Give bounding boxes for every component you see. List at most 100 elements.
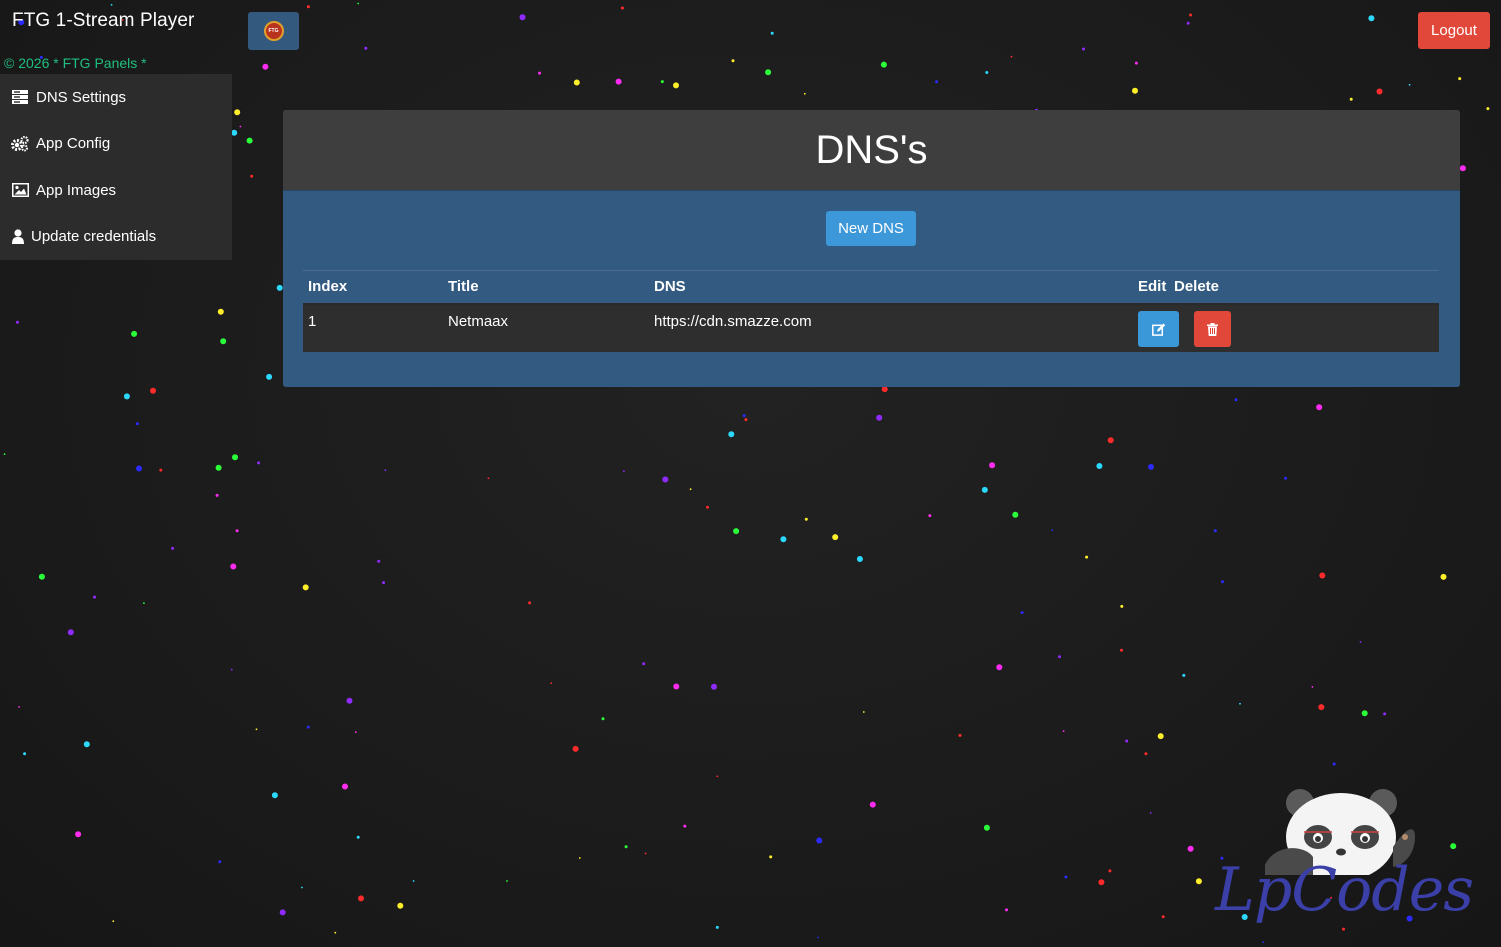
- star-particle: [780, 536, 787, 543]
- sidebar-item-app-config[interactable]: App Config: [0, 121, 232, 168]
- star-particle: [644, 852, 647, 855]
- star-particle: [1459, 165, 1466, 172]
- star-particle: [620, 6, 624, 10]
- star-particle: [112, 920, 115, 923]
- star-particle: [706, 505, 709, 509]
- star-particle: [354, 731, 357, 734]
- star-particle: [231, 129, 238, 136]
- star-particle: [1064, 875, 1068, 879]
- star-particle: [1311, 686, 1314, 688]
- sidebar-item-app-images[interactable]: App Images: [0, 167, 232, 214]
- star-particle: [397, 902, 404, 909]
- star-particle: [578, 857, 581, 859]
- star-particle: [869, 801, 876, 808]
- sidebar-item-label: App Config: [36, 135, 111, 153]
- sidebar-item-label: App Images: [36, 181, 117, 199]
- star-particle: [862, 711, 865, 713]
- star-particle: [1085, 555, 1089, 559]
- star-particle: [538, 71, 541, 75]
- star-particle: [93, 595, 96, 599]
- star-particle: [1149, 812, 1152, 814]
- star-particle: [135, 422, 139, 426]
- star-particle: [235, 529, 239, 533]
- star-particle: [334, 931, 337, 934]
- column-header-edit: Edit: [1138, 278, 1167, 295]
- star-particle: [660, 80, 664, 84]
- star-particle: [803, 92, 806, 95]
- star-particle: [266, 373, 273, 380]
- star-particle: [1120, 604, 1124, 608]
- star-particle: [262, 63, 269, 70]
- edit-button[interactable]: [1138, 311, 1179, 347]
- cell-title: Netmaax: [448, 313, 509, 330]
- column-header-delete: Delete: [1174, 278, 1220, 295]
- delete-button[interactable]: [1194, 311, 1231, 347]
- star-particle: [816, 837, 823, 844]
- star-particle: [23, 752, 27, 756]
- sidebar-item-update-credentials[interactable]: Update credentials: [0, 214, 232, 261]
- star-particle: [1096, 463, 1103, 469]
- star-particle: [642, 662, 646, 666]
- star-particle: [876, 414, 883, 421]
- star-particle: [136, 465, 142, 472]
- star-particle: [1458, 77, 1462, 81]
- logout-button[interactable]: Logout: [1418, 12, 1490, 49]
- column-header-dns: DNS: [654, 278, 686, 295]
- star-particle: [519, 14, 526, 21]
- star-particle: [1012, 511, 1019, 518]
- new-dns-button[interactable]: New DNS: [826, 211, 916, 246]
- star-particle: [1239, 702, 1241, 705]
- star-particle: [1361, 710, 1368, 717]
- star-particle: [1349, 97, 1353, 101]
- sidebar: DNS Settings App Config App Images Updat…: [0, 74, 232, 260]
- star-particle: [1058, 655, 1061, 659]
- star-particle: [1082, 47, 1085, 51]
- star-particle: [572, 745, 579, 752]
- star-particle: [728, 431, 735, 438]
- star-particle: [83, 741, 90, 748]
- sidebar-item-dns-settings[interactable]: DNS Settings: [0, 74, 232, 121]
- logo-button[interactable]: FTG: [248, 12, 299, 50]
- star-particle: [1134, 61, 1138, 65]
- star-particle: [232, 454, 238, 461]
- star-particle: [1383, 712, 1387, 716]
- column-header-title: Title: [448, 278, 479, 295]
- star-particle: [215, 464, 222, 471]
- star-particle: [357, 2, 360, 5]
- star-particle: [1262, 941, 1265, 943]
- star-particle: [550, 682, 553, 684]
- star-particle: [220, 338, 227, 345]
- star-particle: [150, 387, 156, 394]
- star-particle: [1213, 529, 1217, 533]
- star-particle: [1234, 398, 1238, 402]
- star-particle: [382, 581, 385, 585]
- star-particle: [1187, 845, 1194, 852]
- star-particle: [689, 488, 692, 491]
- star-particle: [377, 559, 381, 563]
- star-particle: [271, 792, 278, 799]
- star-particle: [1319, 572, 1326, 579]
- star-particle: [880, 61, 887, 68]
- star-particle: [528, 601, 532, 605]
- star-particle: [1107, 437, 1114, 444]
- star-particle: [1062, 730, 1065, 732]
- server-icon: [11, 88, 29, 106]
- panel-header: DNS's: [283, 110, 1460, 191]
- star-particle: [218, 860, 222, 864]
- star-particle: [171, 546, 175, 550]
- star-particle: [38, 573, 45, 580]
- gears-icon: [11, 135, 29, 153]
- star-particle: [384, 469, 387, 472]
- star-particle: [716, 775, 719, 778]
- star-particle: [1010, 55, 1013, 58]
- star-particle: [110, 3, 113, 6]
- star-particle: [742, 414, 746, 418]
- star-particle: [804, 517, 808, 521]
- watermark-text: LpCodes: [1215, 855, 1474, 925]
- star-particle: [217, 308, 224, 315]
- star-particle: [364, 46, 368, 50]
- star-particle: [683, 824, 687, 828]
- image-icon: [11, 181, 29, 199]
- star-particle: [601, 717, 605, 721]
- star-particle: [996, 664, 1003, 671]
